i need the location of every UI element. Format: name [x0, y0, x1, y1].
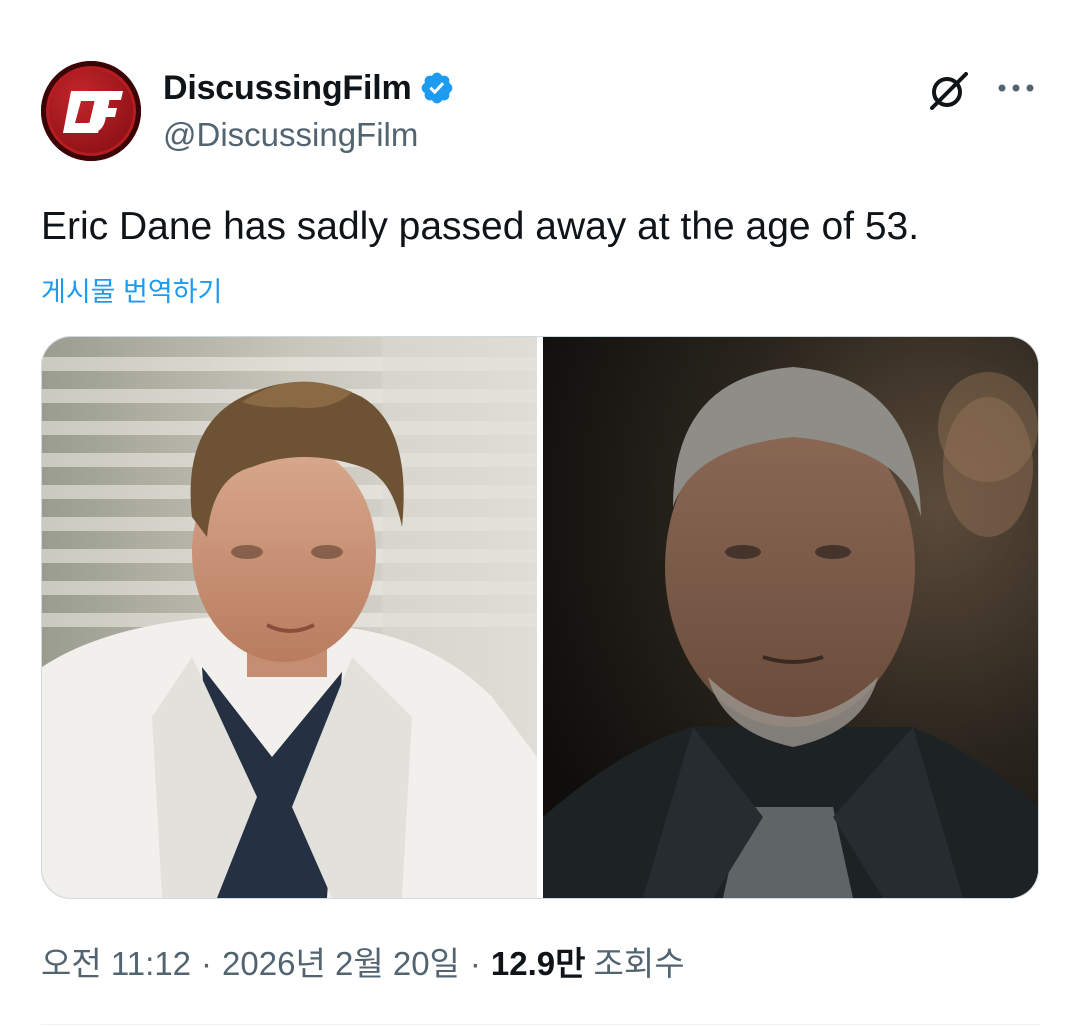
photo-white-coat[interactable]: [42, 337, 537, 898]
photo-dark-jacket[interactable]: [543, 337, 1038, 898]
discussingfilm-logo-icon: [63, 91, 123, 133]
tweet-date[interactable]: 2026년 2월 20일: [222, 937, 460, 985]
meta-separator: ·: [469, 945, 481, 982]
author-handle[interactable]: @DiscussingFilm: [163, 116, 418, 154]
views-count: 12.9만: [490, 945, 586, 982]
translate-post-link[interactable]: 게시물 번역하기: [41, 270, 222, 309]
author-avatar[interactable]: [41, 61, 141, 161]
tweet-text: Eric Dane has sadly passed away at the a…: [41, 205, 920, 248]
tweet-meta: 오전 11:12 · 2026년 2월 20일 · 12.9만 조회수: [41, 937, 685, 985]
verified-badge-icon: [422, 72, 453, 104]
divider: [41, 1024, 1041, 1025]
photo-dark-jacket-image: [543, 337, 1038, 898]
grok-button[interactable]: [924, 66, 972, 114]
views-label: 조회수: [593, 945, 685, 982]
more-options-button[interactable]: [994, 70, 1038, 110]
tweet-time[interactable]: 오전 11:12: [41, 937, 191, 985]
tweet-media-grid: [41, 336, 1039, 899]
author-display-name[interactable]: DiscussingFilm: [163, 69, 412, 108]
meta-separator: ·: [201, 945, 213, 982]
more-dots-icon: [998, 84, 1034, 92]
photo-white-coat-image: [42, 337, 537, 898]
author-name-row[interactable]: DiscussingFilm: [163, 66, 455, 110]
grok-icon: [930, 72, 968, 110]
